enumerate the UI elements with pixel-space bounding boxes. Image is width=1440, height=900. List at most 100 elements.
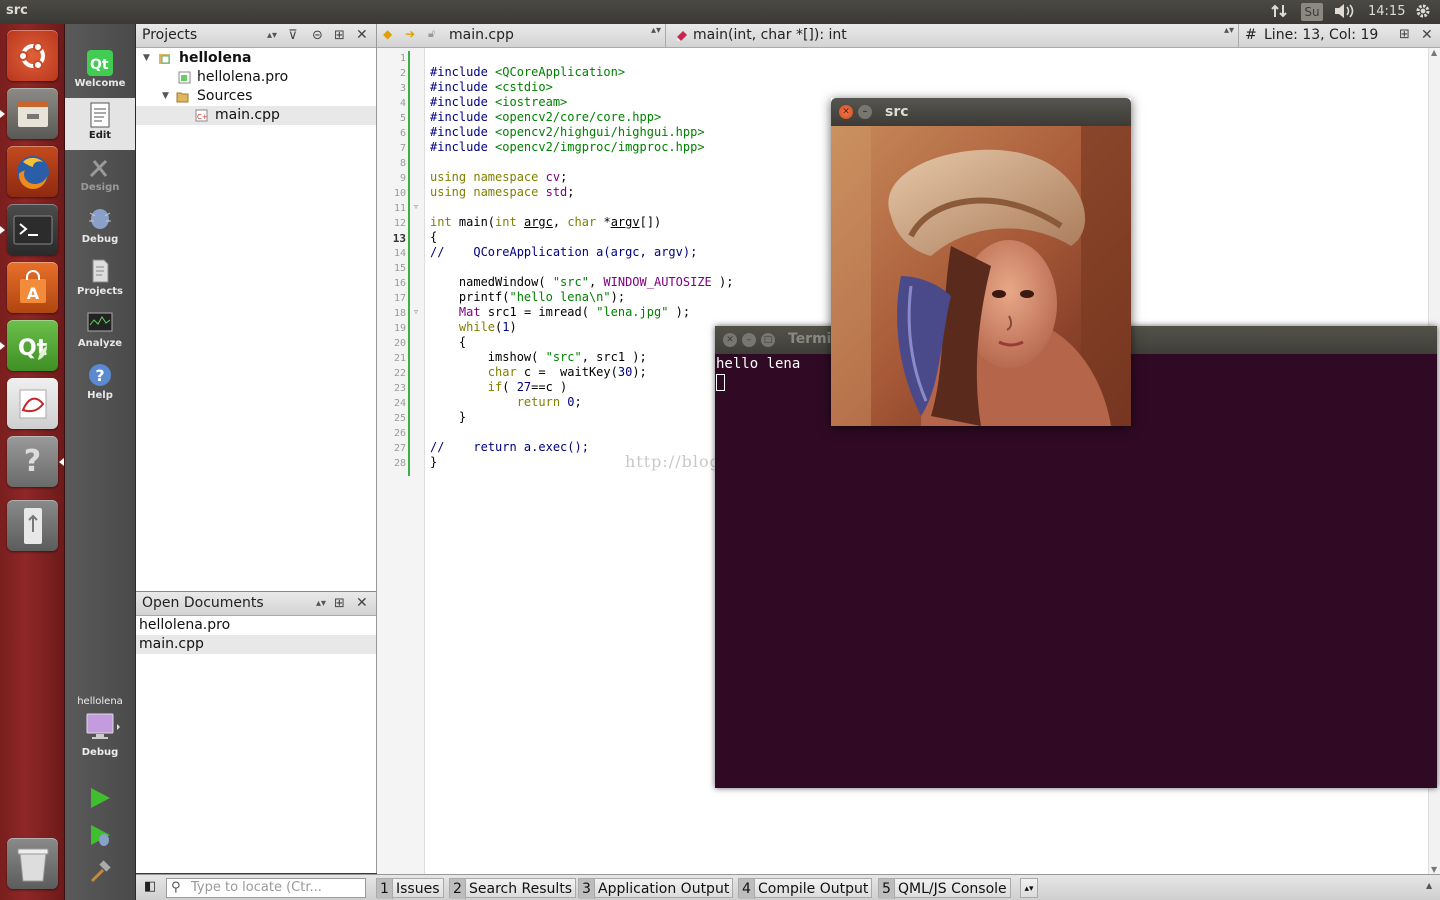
fold-marker-icon[interactable]: ▿ (414, 307, 418, 316)
open-document-item[interactable]: hellolena.pro (136, 616, 376, 635)
code-text[interactable]: #include <QCoreApplication> #include <cst… (430, 51, 733, 513)
close-icon[interactable]: ✕ (356, 592, 368, 615)
tree-item-label: hellolena.pro (197, 69, 289, 85)
current-file-selector[interactable]: main.cpp (449, 27, 514, 43)
help-mode-icon: ? (89, 364, 111, 386)
split-icon[interactable]: ⊞ (1399, 27, 1410, 42)
network-icon[interactable] (1270, 2, 1288, 22)
terminal-title: Termi (788, 331, 832, 347)
mode-edit[interactable]: Edit (65, 98, 135, 150)
tree-item-label: main.cpp (215, 107, 280, 123)
trash-icon[interactable] (7, 838, 58, 889)
fold-marker-icon[interactable]: ▿ (414, 202, 418, 211)
debug-run-button[interactable] (89, 824, 113, 852)
tree-item-label: hellolena (179, 50, 252, 66)
minimize-button[interactable]: – (858, 105, 872, 119)
more-tabs-arrows-icon[interactable]: ▴▾ (1020, 878, 1038, 898)
file-selector-arrows-icon[interactable]: ▴▾ (651, 25, 661, 36)
scroll-down-icon[interactable]: ▼ (1431, 865, 1437, 874)
line-number: 1 (399, 53, 406, 64)
maximize-output-icon[interactable]: ▲ (1426, 881, 1432, 890)
tab-application-output[interactable]: 3 Application Output (578, 878, 734, 899)
mode-welcome[interactable]: Qt Welcome (65, 46, 135, 98)
tab-number: 1 (377, 879, 393, 899)
toggle-sidebar-icon[interactable]: ◧ (144, 879, 156, 894)
build-button[interactable] (89, 860, 113, 888)
cursor-position[interactable]: Line: 13, Col: 19 (1264, 27, 1378, 43)
close-button[interactable]: ✕ (723, 333, 737, 347)
close-button[interactable]: ✕ (839, 105, 853, 119)
open-document-item[interactable]: main.cpp (136, 635, 376, 654)
expand-arrow-icon[interactable]: ▼ (143, 49, 150, 68)
volume-icon[interactable] (1333, 2, 1355, 22)
scroll-up-icon[interactable]: ▲ (1431, 48, 1437, 57)
symbol-selector-arrows-icon[interactable]: ▴▾ (1224, 25, 1234, 36)
line-number: 17 (393, 293, 406, 304)
view-selector-arrows-icon[interactable]: ▴▾ (267, 24, 277, 47)
split-icon[interactable]: ⊞ (334, 592, 345, 615)
line-number: 4 (399, 98, 406, 109)
files-icon[interactable] (7, 88, 58, 139)
tab-issues[interactable]: 1 Issues (376, 878, 444, 899)
mode-help[interactable]: ? Help (65, 358, 135, 410)
help-icon[interactable]: ? (7, 436, 58, 487)
qt-creator-icon[interactable]: Qt (7, 320, 58, 371)
open-documents-list: hellolena.pro main.cpp (136, 616, 376, 654)
open-documents-header: Open Documents ▴▾ ⊞ ✕ (136, 592, 376, 616)
pro-file-icon (178, 71, 191, 84)
line-number: 3 (399, 83, 406, 94)
expand-arrow-icon[interactable]: ▼ (162, 87, 169, 106)
line-number: 22 (393, 368, 406, 379)
firefox-icon[interactable] (7, 146, 58, 197)
close-icon[interactable]: ✕ (356, 24, 368, 47)
document-viewer-icon[interactable] (7, 378, 58, 429)
clock[interactable]: 14:15 (1368, 2, 1405, 22)
design-icon (89, 159, 108, 178)
tab-number: 4 (739, 879, 755, 899)
tab-number: 5 (879, 879, 895, 899)
locator-input[interactable]: ⚲ Type to locate (Ctr... (166, 878, 366, 898)
sync-icon[interactable]: ⊝ (312, 24, 323, 47)
terminal-output[interactable]: hello lena (716, 356, 800, 391)
forward-arrow-icon[interactable]: ➔ (405, 27, 415, 41)
mode-analyze[interactable]: Analyze (65, 306, 135, 358)
tree-item-project[interactable]: ▼ hellolena (136, 49, 376, 68)
mode-debug[interactable]: Debug (65, 202, 135, 254)
minimize-button[interactable]: – (742, 333, 756, 347)
kit-selector[interactable] (84, 712, 120, 746)
mode-design[interactable]: Design (65, 150, 135, 202)
session-gear-icon[interactable] (1414, 2, 1432, 22)
run-button[interactable] (89, 787, 111, 813)
symbol-selector[interactable]: main(int, char *[]): int (693, 27, 847, 43)
running-indicator (0, 110, 5, 118)
mode-projects[interactable]: Projects (65, 254, 135, 306)
output-pane-bar: ◧ ⚲ Type to locate (Ctr... 1 Issues 2 Sear… (136, 874, 1440, 900)
terminal-line: hello lena (716, 356, 801, 372)
image-window-titlebar[interactable]: ✕ – src (831, 98, 1131, 126)
tab-compile-output[interactable]: 4 Compile Output (738, 878, 873, 899)
tab-qml-console[interactable]: 5 QML/JS Console (878, 878, 1011, 899)
close-icon[interactable]: ✕ (1421, 27, 1433, 43)
line-number: 16 (393, 278, 406, 289)
ubuntu-dash-icon[interactable] (7, 30, 58, 81)
tree-item-sources[interactable]: ▼ Sources (136, 87, 376, 106)
line-number: 2 (399, 68, 406, 79)
keyboard-layout-indicator[interactable]: Su (1301, 3, 1323, 21)
top-panel: src Su 14:15 (0, 0, 1440, 24)
usb-drive-icon[interactable] (7, 500, 58, 551)
maximize-button[interactable]: □ (761, 333, 775, 347)
software-center-icon[interactable]: A (7, 262, 58, 313)
terminal-icon[interactable] (7, 204, 58, 255)
line-number: 5 (399, 113, 406, 124)
projects-pane-header: Projects ▴▾ ⊽ ⊝ ⊞ ✕ (136, 24, 376, 48)
filter-icon[interactable]: ⊽ (288, 24, 298, 47)
view-selector-arrows-icon[interactable]: ▴▾ (316, 592, 326, 615)
window-title: src (6, 3, 28, 18)
tree-item-main-cpp[interactable]: C+ main.cpp (136, 106, 376, 125)
line-number: 15 (393, 263, 406, 274)
mode-label: Projects (76, 286, 123, 297)
split-icon[interactable]: ⊞ (334, 24, 345, 47)
tab-search-results[interactable]: 2 Search Results (449, 878, 577, 899)
tree-item-pro-file[interactable]: hellolena.pro (136, 68, 376, 87)
back-arrow-icon[interactable]: ◆ (383, 27, 392, 41)
